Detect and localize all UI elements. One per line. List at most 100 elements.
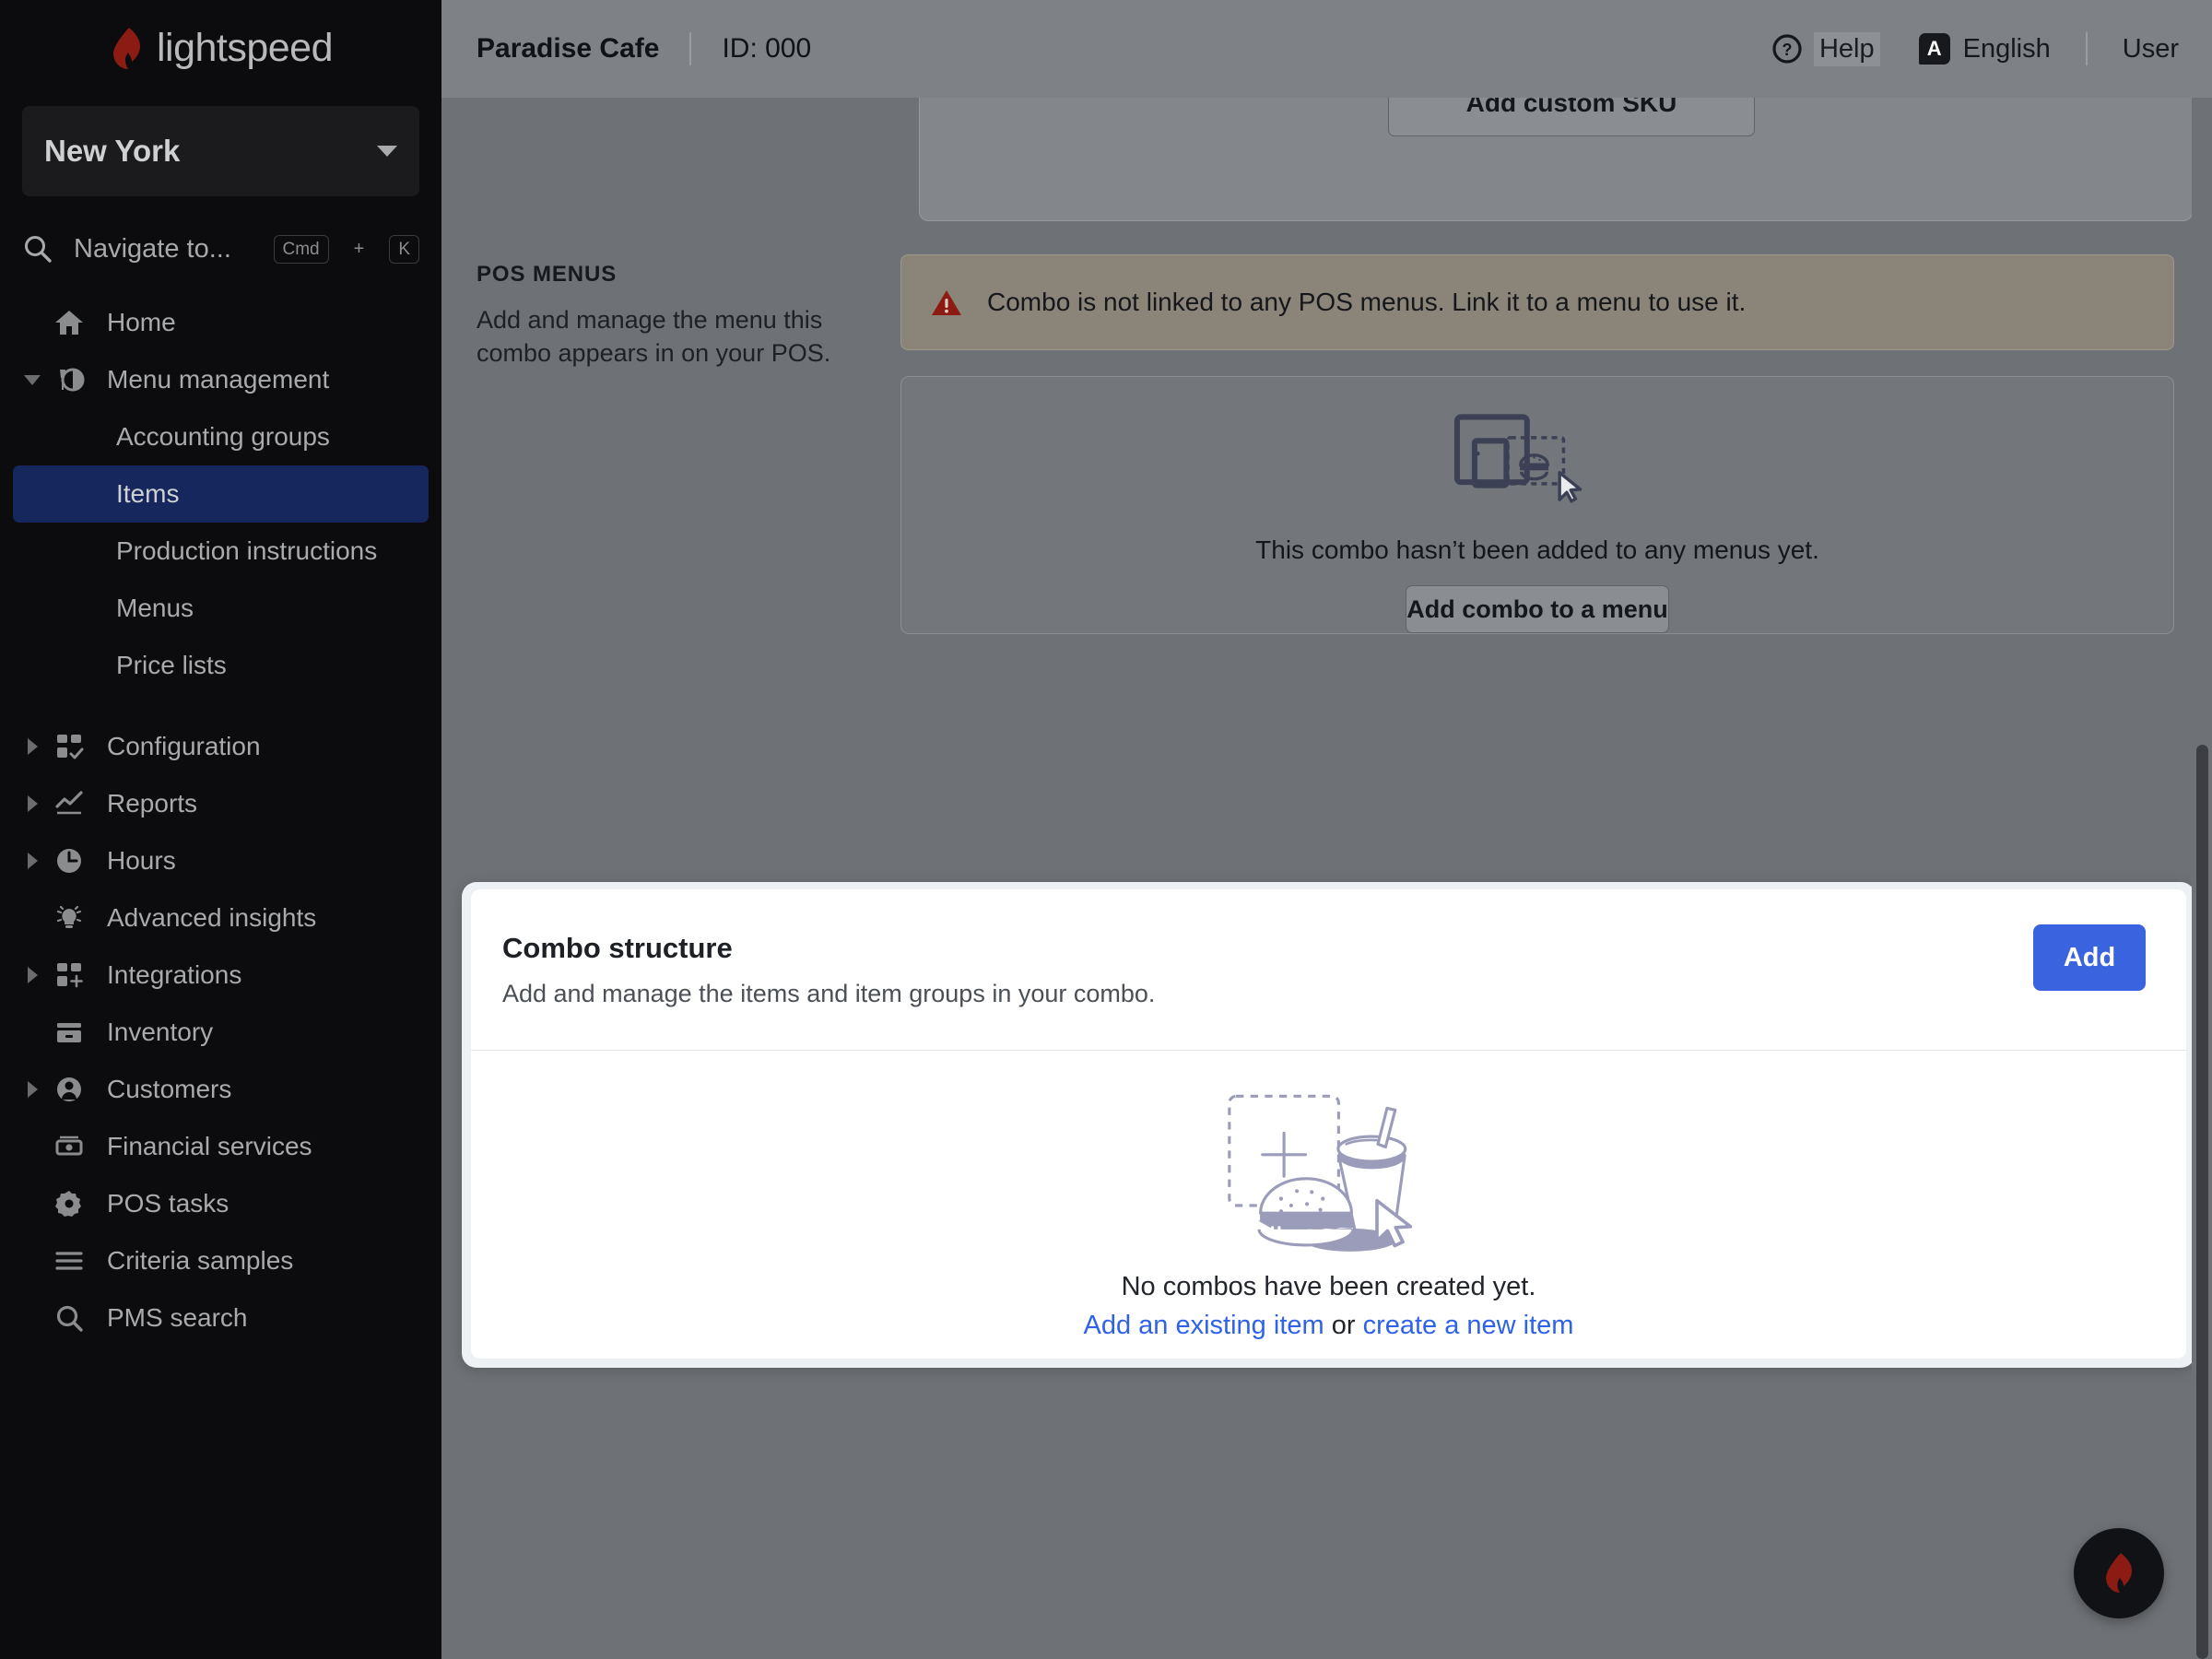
sidebar-item-label: Configuration [107,732,261,760]
sidebar-item-label: Menu management [107,365,330,394]
shortcut-key-k: K [389,234,419,264]
sidebar-item-home[interactable]: Home [13,294,429,351]
lightspeed-flame-icon [112,27,140,69]
pos-menus-warning-banner: Combo is not linked to any POS menus. Li… [900,254,2174,350]
clock-icon [52,843,87,878]
lightspeed-assistant-fab[interactable] [2074,1528,2164,1618]
sidebar-item-customers[interactable]: Customers [13,1061,429,1118]
add-button[interactable]: Add [2033,924,2146,991]
sidebar-item-price-lists[interactable]: Price lists [13,637,429,694]
warning-triangle-icon [932,289,961,315]
location-name: New York [44,134,181,168]
store-id: ID: 000 [722,33,812,64]
sidebar-item-label: Financial services [107,1132,312,1160]
create-new-item-link[interactable]: create a new item [1363,1311,1574,1340]
pos-menus-warning-text: Combo is not linked to any POS menus. Li… [987,288,1747,316]
pos-menus-description: Add and manage the menu this combo appea… [477,306,831,367]
sidebar-item-reports[interactable]: Reports [13,775,429,832]
sidebar-item-pms-search[interactable]: PMS search [13,1289,429,1347]
header-actions: ? Help A English User [1771,31,2179,66]
sidebar-item-label: Items [116,479,180,508]
sidebar: lightspeed New York Navigate to... Cmd +… [0,0,441,1659]
gear-icon [52,1186,87,1221]
twisty-right-icon[interactable] [24,1081,41,1098]
sidebar-item-label: Reports [107,789,198,818]
sidebar-item-integrations[interactable]: Integrations [13,947,429,1004]
language-label: English [1962,33,2051,64]
sidebar-item-label: Price lists [116,651,227,679]
sidebar-item-accounting-groups[interactable]: Accounting groups [13,408,429,465]
customers-icon [52,1072,87,1107]
search-icon [52,1300,87,1335]
add-existing-item-link[interactable]: Add an existing item [1084,1311,1324,1340]
sidebar-item-pos-tasks[interactable]: POS tasks [13,1175,429,1232]
header-divider [2085,32,2088,65]
sidebar-item-advanced-insights[interactable]: Advanced insights [13,889,429,947]
svg-text:?: ? [1782,41,1792,59]
menu-management-icon [52,362,87,397]
header-identity: Paradise Cafe ID: 000 [477,32,811,65]
vertical-scrollbar-thumb[interactable] [2196,745,2208,1659]
sidebar-item-label: Production instructions [116,536,378,565]
search-icon [25,236,52,263]
shortcut-key-cmd: Cmd [273,234,329,264]
sidebar-nav: Home Menu management Accounting groups I… [0,294,441,1347]
sidebar-item-production-instructions[interactable]: Production instructions [13,523,429,580]
twisty-down-icon[interactable] [24,374,41,385]
language-badge-icon: A [1918,33,1950,65]
help-button[interactable]: ? Help [1771,31,1880,66]
integrations-icon [52,958,87,993]
sidebar-item-financial-services[interactable]: Financial services [13,1118,429,1175]
lightspeed-flame-icon [2106,1553,2132,1593]
sidebar-item-inventory[interactable]: Inventory [13,1004,429,1061]
pos-menus-right: Combo is not linked to any POS menus. Li… [865,254,2212,634]
language-button[interactable]: A English [1918,33,2051,65]
sidebar-item-label: Hours [107,846,176,875]
combo-structure-empty-links: Add an existing item or create a new ite… [1084,1311,1574,1341]
twisty-right-icon[interactable] [24,738,41,755]
navigate-search[interactable]: Navigate to... Cmd + K [22,220,419,277]
twisty-right-icon[interactable] [24,795,41,812]
sidebar-item-menus[interactable]: Menus [13,580,429,637]
question-circle-icon: ? [1772,34,1802,64]
sku-card: Add custom SKU [919,70,2193,221]
home-icon [52,305,87,340]
user-menu[interactable]: User [2123,34,2179,65]
shortcut-plus: + [353,238,365,259]
combo-structure-empty-text: No combos have been created yet. [1121,1272,1536,1301]
combo-structure-empty-state: No combos have been created yet. Add an … [471,1051,2186,1358]
money-icon [52,1129,87,1164]
pos-menus-row: POS MENUS Add and manage the menu this c… [441,254,2212,634]
header-divider [689,32,692,65]
sidebar-item-label: Integrations [107,960,242,989]
combo-structure-header: Combo structure Add and manage the items… [471,889,2186,1051]
help-label: Help [1813,31,1880,66]
sidebar-item-criteria-samples[interactable]: Criteria samples [13,1232,429,1289]
sidebar-item-label: PMS search [107,1303,248,1332]
link-conjunction: or [1324,1311,1363,1340]
combo-structure-heading-group: Combo structure Add and manage the items… [502,932,2033,1008]
sidebar-item-label: POS tasks [107,1189,229,1218]
top-header: Paradise Cafe ID: 000 ? Help A English U… [441,0,2212,98]
tablet-burger-icon [1453,414,1583,503]
twisty-right-icon[interactable] [24,853,41,869]
sidebar-item-label: Accounting groups [116,422,330,451]
combo-structure-card: Combo structure Add and manage the items… [471,889,2186,1359]
brand-logo[interactable]: lightspeed [0,0,441,97]
twisty-right-icon[interactable] [24,967,41,983]
sidebar-item-label: Customers [107,1075,232,1103]
sidebar-item-hours[interactable]: Hours [13,832,429,889]
list-icon [52,1243,87,1278]
sidebar-item-menu-management[interactable]: Menu management [13,351,429,408]
chevron-down-icon [377,146,397,157]
sidebar-item-label: Inventory [107,1018,214,1046]
add-combo-to-menu-button[interactable]: Add combo to a menu [1406,585,1669,633]
sidebar-item-configuration[interactable]: Configuration [13,718,429,775]
main-content: Add custom SKU POS MENUS Add and manage … [441,70,2212,1659]
burger-drink-cursor-icon [1227,1094,1412,1252]
location-selector[interactable]: New York [22,106,419,196]
inventory-icon [52,1015,87,1050]
sidebar-item-items[interactable]: Items [13,465,429,523]
pos-menus-kicker: POS MENUS [477,262,618,287]
